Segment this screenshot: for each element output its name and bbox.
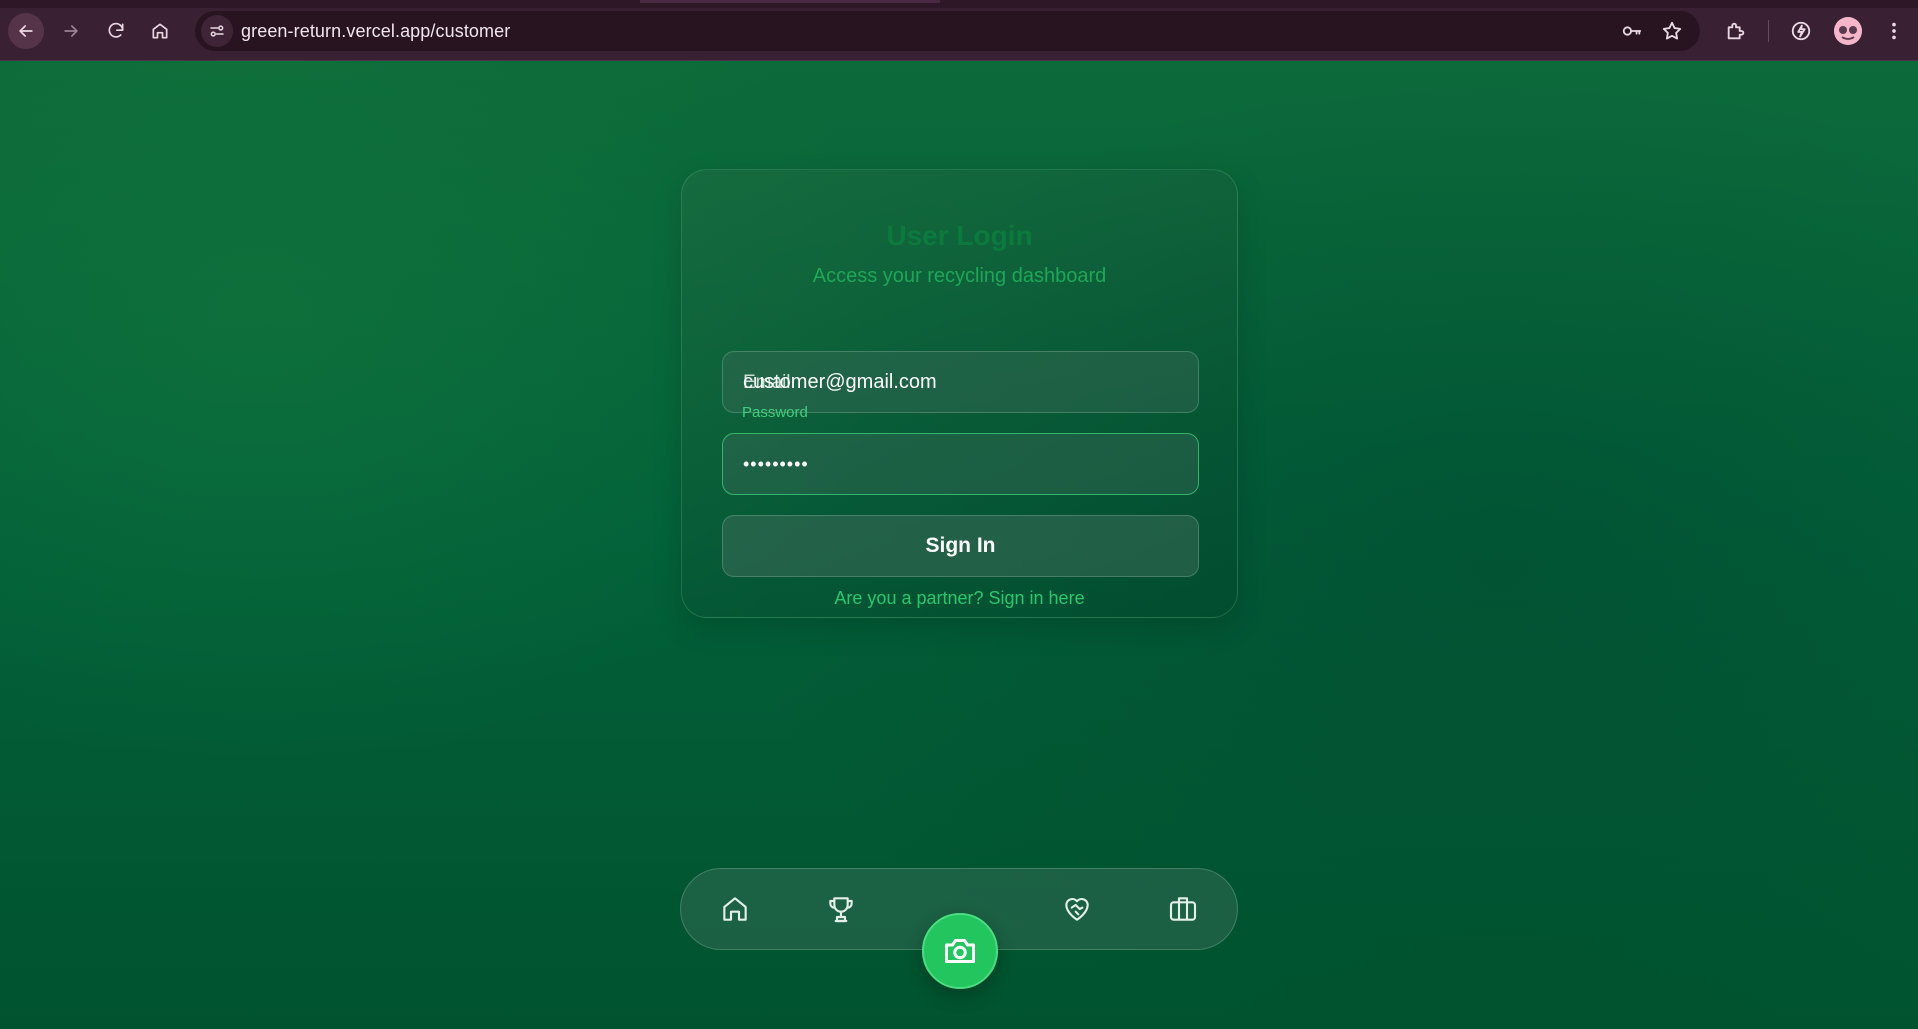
home-button[interactable] xyxy=(142,13,178,49)
home-icon xyxy=(723,897,747,921)
reload-button[interactable] xyxy=(98,13,134,49)
trophy-icon xyxy=(829,897,853,923)
star-icon xyxy=(1662,21,1682,40)
address-bar[interactable]: green-return.vercel.app/customer xyxy=(195,11,1700,51)
forward-icon xyxy=(64,25,78,37)
sign-in-button[interactable]: Sign In xyxy=(722,515,1199,577)
browser-menu-button[interactable] xyxy=(1882,19,1906,43)
site-info-icon xyxy=(210,25,224,37)
home-icon xyxy=(152,23,168,39)
tab-strip xyxy=(0,0,1918,8)
nav-home-button[interactable] xyxy=(717,891,753,927)
toolbar-divider xyxy=(1768,20,1769,42)
forward-button[interactable] xyxy=(53,13,89,49)
partner-signin-link[interactable]: Are you a partner? Sign in here xyxy=(682,588,1237,609)
reload-icon xyxy=(108,22,124,38)
back-button[interactable] xyxy=(8,13,44,49)
nav-business-button[interactable] xyxy=(1165,891,1201,927)
key-icon xyxy=(1622,26,1642,36)
heart-handshake-icon xyxy=(1065,897,1089,921)
nav-trophy-button[interactable] xyxy=(823,891,859,927)
password-field[interactable]: ••••••••• xyxy=(722,433,1199,495)
performance-icon xyxy=(1791,21,1811,41)
back-icon xyxy=(19,25,33,37)
extensions-icon xyxy=(1727,22,1745,40)
camera-scan-button[interactable] xyxy=(922,913,998,989)
menu-icon xyxy=(1892,22,1896,40)
password-key-button[interactable] xyxy=(1621,20,1643,42)
email-value[interactable]: customer@gmail.com xyxy=(743,371,937,394)
nav-donate-button[interactable] xyxy=(1059,891,1095,927)
page-subtitle: Access your recycling dashboard xyxy=(812,265,1107,287)
page-title: User Login xyxy=(886,220,1033,251)
active-tab[interactable] xyxy=(640,0,940,3)
performance-button[interactable] xyxy=(1789,19,1813,43)
browser-toolbar: green-return.vercel.app/customer xyxy=(0,0,1918,61)
briefcase-icon xyxy=(1169,897,1197,921)
site-info-button[interactable] xyxy=(201,15,233,47)
password-value[interactable]: ••••••••• xyxy=(743,454,809,475)
extensions-button[interactable] xyxy=(1724,19,1748,43)
password-label: Password xyxy=(742,404,808,421)
url-text[interactable]: green-return.vercel.app/customer xyxy=(241,21,510,42)
camera-icon xyxy=(945,939,975,963)
avatar-icon xyxy=(1834,17,1862,45)
bookmark-button[interactable] xyxy=(1661,20,1683,42)
avatar[interactable] xyxy=(1834,17,1862,45)
login-card: User Login Access your recycling dashboa… xyxy=(681,169,1238,618)
